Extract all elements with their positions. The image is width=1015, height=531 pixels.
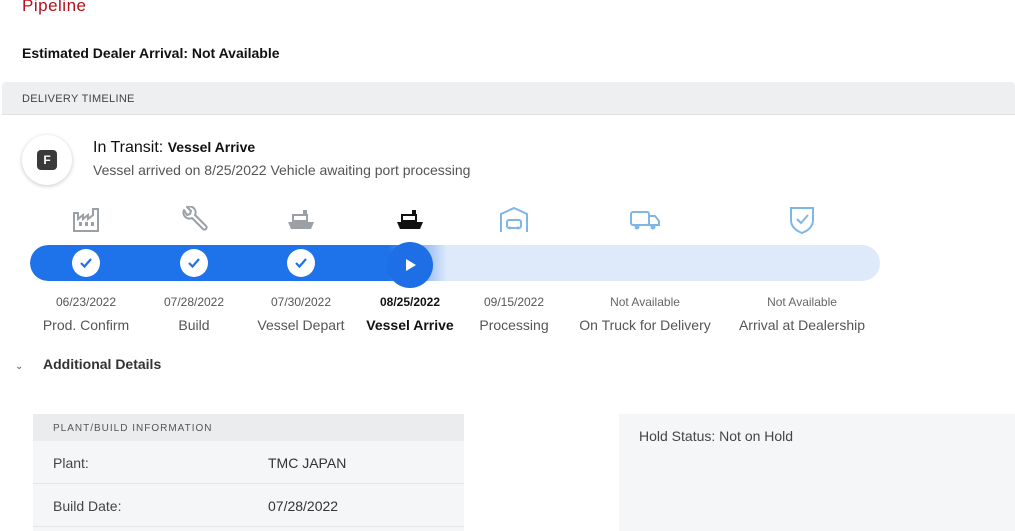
chevron-down-icon: ⌄ xyxy=(15,361,24,372)
build-date-label: Build Date: xyxy=(53,498,122,514)
page-title: Pipeline xyxy=(22,0,87,15)
stage-date: Not Available xyxy=(610,295,680,309)
plant-build-card: PLANT/BUILD INFORMATION Plant: TMC JAPAN… xyxy=(33,414,464,531)
stage-arrival-dealership: Not Available Arrival at Dealership xyxy=(732,204,872,333)
build-date-value: 07/28/2022 xyxy=(268,498,339,514)
status-stage: Vessel Arrive xyxy=(167,139,256,155)
status-description: Vessel arrived on 8/25/2022 Vehicle awai… xyxy=(93,162,471,178)
stage-processing: 09/15/2022 Processing xyxy=(444,204,584,333)
car-port-icon xyxy=(444,204,584,236)
stage-date: 09/15/2022 xyxy=(483,295,545,309)
estimated-arrival: Estimated Dealer Arrival: Not Available xyxy=(22,45,280,61)
plant-build-header: PLANT/BUILD INFORMATION xyxy=(33,414,464,441)
status-title: In Transit: Vessel Arrive xyxy=(93,139,255,157)
status-prefix: In Transit: xyxy=(93,139,164,156)
brand-logo: F xyxy=(22,135,72,185)
delivery-timeline-header: DELIVERY TIMELINE xyxy=(2,82,1015,115)
logo-badge: F xyxy=(37,150,57,170)
additional-details-label: Additional Details xyxy=(43,356,162,372)
progress-track xyxy=(30,245,880,281)
check-icon xyxy=(72,249,100,277)
additional-details-toggle[interactable]: ⌄ Additional Details xyxy=(15,356,161,372)
plant-label: Plant: xyxy=(53,455,89,471)
stage-label: On Truck for Delivery xyxy=(579,317,711,333)
check-icon xyxy=(287,249,315,277)
plant-row: Plant: TMC JAPAN xyxy=(33,441,464,484)
stage-date: Not Available xyxy=(767,295,837,309)
hold-status: Hold Status: Not on Hold xyxy=(639,428,794,444)
plant-value: TMC JAPAN xyxy=(268,455,347,471)
stage-on-truck: Not Available On Truck for Delivery xyxy=(575,204,715,333)
shield-check-icon xyxy=(732,204,872,236)
stage-label: Arrival at Dealership xyxy=(738,317,866,333)
play-icon xyxy=(387,242,433,288)
hold-status-card: Hold Status: Not on Hold xyxy=(619,414,1015,531)
build-date-row: Build Date: 07/28/2022 xyxy=(33,484,464,527)
check-icon xyxy=(180,249,208,277)
section-title: DELIVERY TIMELINE xyxy=(22,93,135,105)
truck-icon xyxy=(575,204,715,236)
